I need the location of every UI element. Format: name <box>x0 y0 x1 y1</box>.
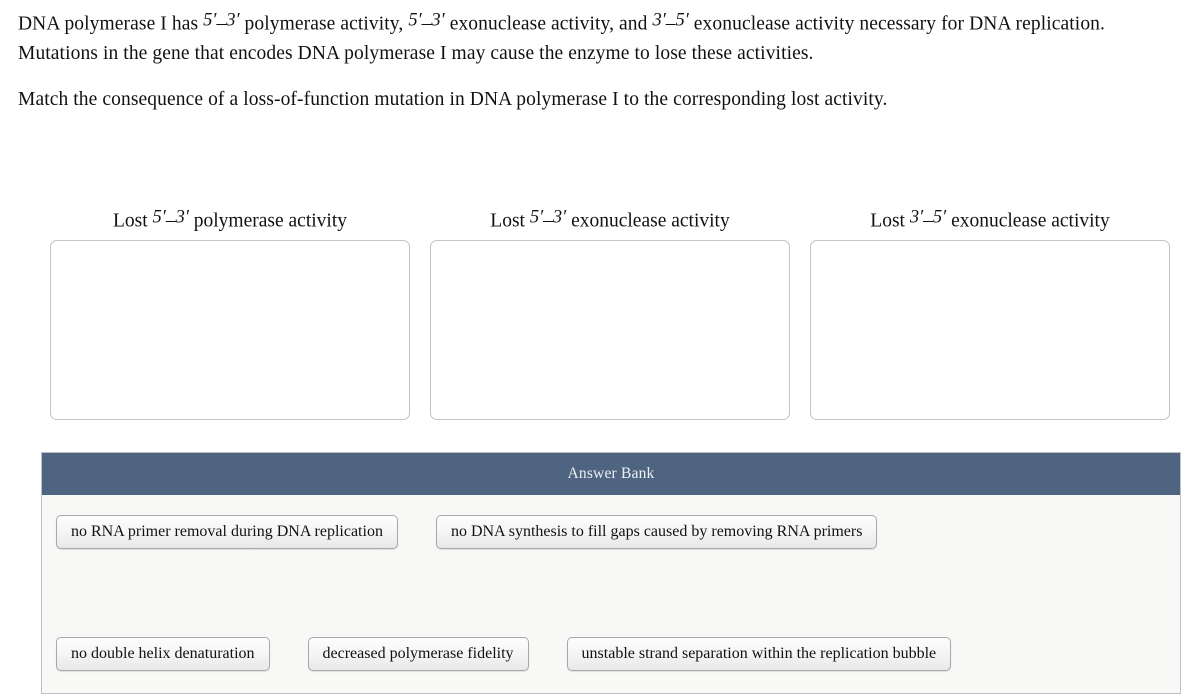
column-lost-5-3-polymerase: Lost 5′–3′ polymerase activity <box>50 206 410 420</box>
prime-3: 3′ <box>431 10 445 31</box>
answer-chip-no-double-helix-denaturation[interactable]: no double helix denaturation <box>56 637 270 671</box>
prompt-text-segment-2: polymerase activity, <box>239 13 409 35</box>
prime-notation-5-3-exonuclease: 5′–3′ <box>408 10 445 35</box>
drop-zone-columns: Lost 5′–3′ polymerase activity Lost 5′–3… <box>50 206 1180 420</box>
dropzone-lost-5-3-exonuclease[interactable] <box>430 240 790 420</box>
prime-3: 3′ <box>652 10 666 31</box>
column-header-prefix: Lost <box>490 210 530 232</box>
column-header-lost-3-5-exonuclease: Lost 3′–5′ exonuclease activity <box>810 206 1170 232</box>
column-header-suffix: exonuclease activity <box>946 210 1110 232</box>
prime-3: 3′ <box>175 207 189 228</box>
answer-bank-title: Answer Bank <box>567 465 655 482</box>
dash: – <box>543 210 553 232</box>
prime-notation-3-5: 3′–5′ <box>909 207 947 232</box>
dash-3: – <box>665 13 676 35</box>
prompt-text-segment-3: exonuclease activity, and <box>444 13 653 35</box>
prime-5: 5′ <box>152 207 166 228</box>
answer-chip-unstable-strand-separation[interactable]: unstable strand separation within the re… <box>566 637 952 671</box>
question-paragraph-1: DNA polymerase I has 5′–3′ polymerase ac… <box>18 6 1178 69</box>
question-paragraph-2: Match the consequence of a loss-of-funct… <box>18 89 888 111</box>
prime-5: 5′ <box>529 207 544 228</box>
prime-5: 5′ <box>203 10 217 31</box>
dash: – <box>165 210 176 232</box>
prime-3: 3′ <box>552 207 567 228</box>
dash: – <box>923 210 933 232</box>
column-header-suffix: exonuclease activity <box>566 210 730 232</box>
dash-1: – <box>216 13 227 35</box>
prime-notation-5-3: 5′–3′ <box>529 207 567 232</box>
answer-chip-no-dna-synthesis-fill-gaps[interactable]: no DNA synthesis to fill gaps caused by … <box>435 515 878 549</box>
column-header-prefix: Lost <box>870 210 910 232</box>
dropzone-lost-5-3-polymerase[interactable] <box>50 240 410 420</box>
matching-question-page: DNA polymerase I has 5′–3′ polymerase ac… <box>0 0 1200 694</box>
prime-3: 3′ <box>226 10 240 31</box>
answer-chip-decreased-polymerase-fidelity[interactable]: decreased polymerase fidelity <box>307 637 529 671</box>
column-lost-3-5-exonuclease: Lost 3′–5′ exonuclease activity <box>810 206 1170 420</box>
prime-notation-5-3: 5′–3′ <box>152 207 189 232</box>
answer-bank-header: Answer Bank <box>42 453 1180 495</box>
dropzone-lost-3-5-exonuclease[interactable] <box>810 240 1170 420</box>
dash-2: – <box>421 13 432 35</box>
column-header-suffix: polymerase activity <box>188 210 348 232</box>
answer-chip-no-rna-primer-removal[interactable]: no RNA primer removal during DNA replica… <box>56 515 398 549</box>
column-header-lost-5-3-polymerase: Lost 5′–3′ polymerase activity <box>50 206 410 232</box>
prime-notation-3-5-exonuclease: 3′–5′ <box>652 10 689 35</box>
prime-5: 5′ <box>408 10 422 31</box>
prompt-text-segment-1: DNA polymerase I has <box>18 13 204 35</box>
prime-5: 5′ <box>932 207 947 228</box>
prime-3: 3′ <box>909 207 924 228</box>
prime-notation-5-3-polymerase: 5′–3′ <box>203 10 240 35</box>
answer-bank-body: no RNA primer removal during DNA replica… <box>42 495 1180 693</box>
column-lost-5-3-exonuclease: Lost 5′–3′ exonuclease activity <box>430 206 790 420</box>
question-prompt: DNA polymerase I has 5′–3′ polymerase ac… <box>18 6 1178 115</box>
column-header-prefix: Lost <box>112 210 153 232</box>
column-header-lost-5-3-exonuclease: Lost 5′–3′ exonuclease activity <box>430 206 790 232</box>
answer-bank-panel: Answer Bank no RNA primer removal during… <box>41 452 1181 694</box>
prime-5: 5′ <box>675 10 689 31</box>
